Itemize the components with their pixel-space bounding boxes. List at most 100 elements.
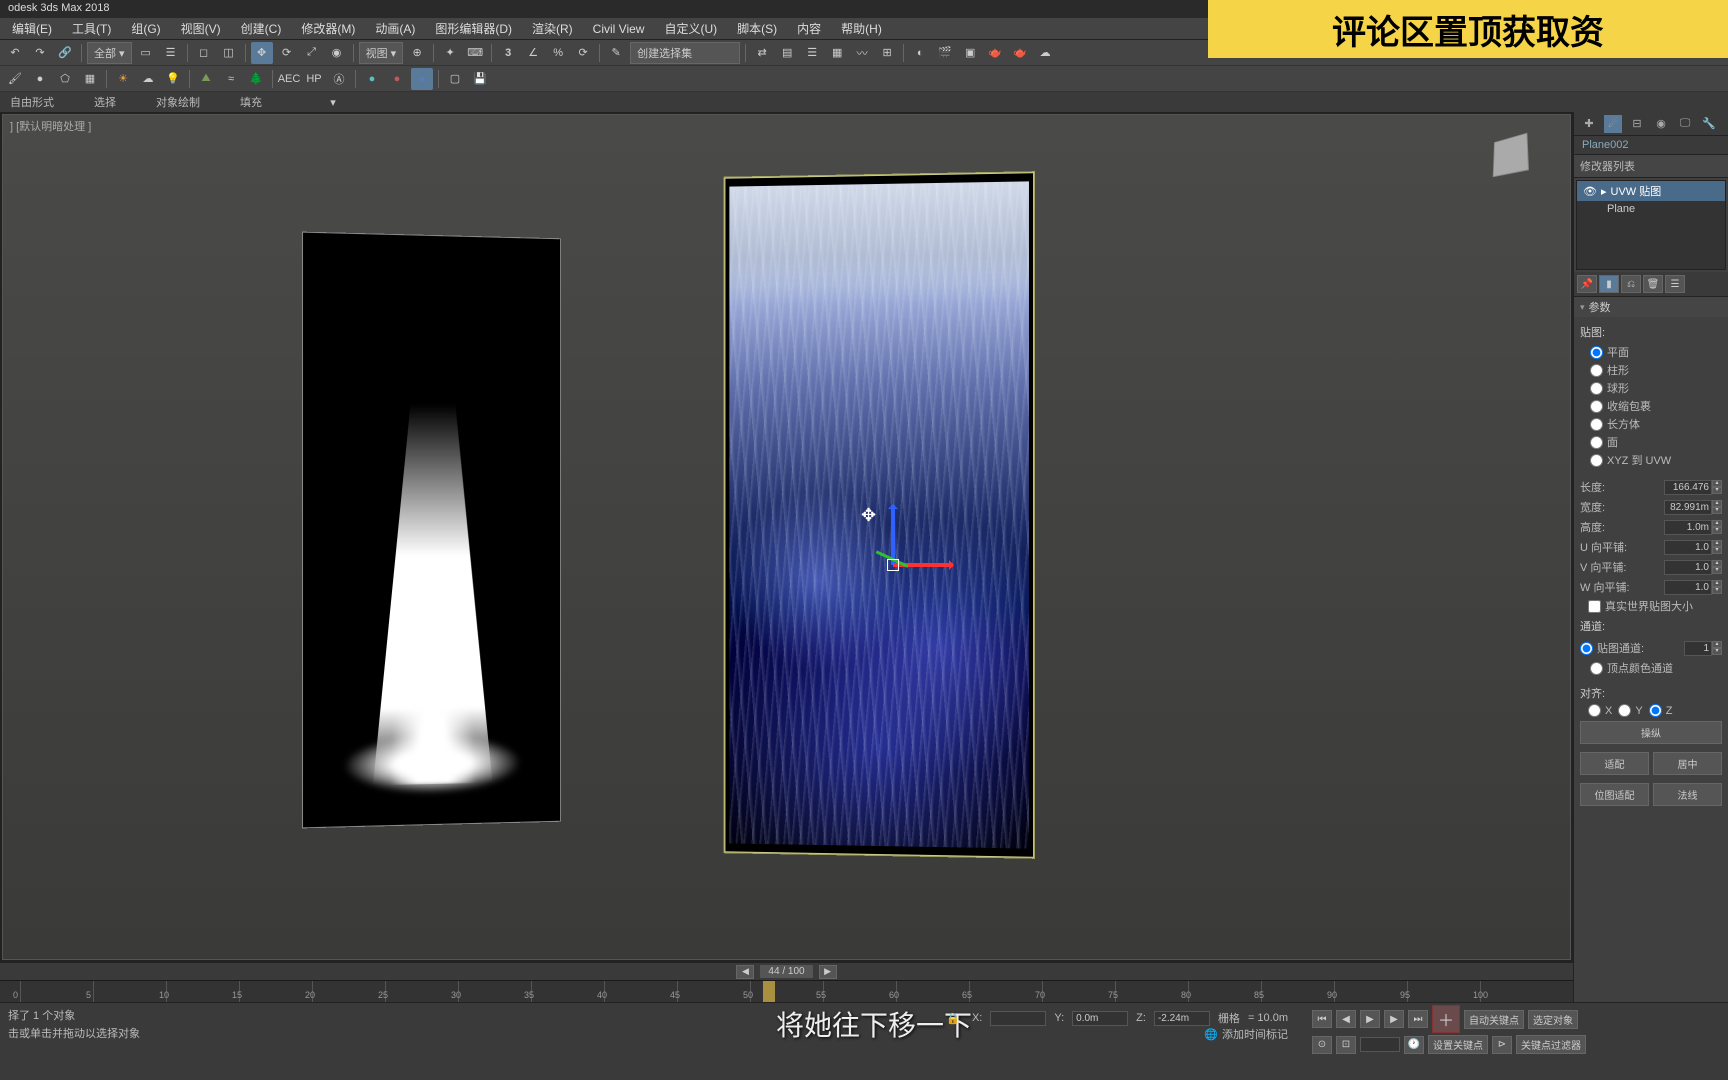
ruler-tick[interactable]: 30 <box>458 981 531 1002</box>
ruler-tick[interactable]: 70 <box>1042 981 1115 1002</box>
configure-sets-icon[interactable]: ☰ <box>1665 275 1685 293</box>
set-key-mode-button[interactable]: 设置关键点 <box>1428 1035 1488 1054</box>
viewport-label[interactable]: ] [默认明暗处理 ] <box>10 118 91 134</box>
sun-icon[interactable]: ☀ <box>112 68 134 90</box>
ruler-tick[interactable]: 5 <box>93 981 166 1002</box>
key-filters-button[interactable]: 关键点过滤器 <box>1516 1035 1586 1054</box>
ruler-tick[interactable]: 20 <box>312 981 385 1002</box>
selected-object-dropdown[interactable]: 选定对象 <box>1528 1010 1578 1029</box>
coord-y-input[interactable] <box>1072 1011 1128 1026</box>
key-filters-icon-left[interactable]: ⊳ <box>1492 1036 1512 1054</box>
select-object-icon[interactable]: ▭ <box>135 42 157 64</box>
spinner-down-icon[interactable]: ▾ <box>1712 527 1722 534</box>
w-tile-spinner[interactable]: ▴▾ <box>1664 580 1722 595</box>
ribbon-selection[interactable]: 选择 <box>94 94 116 110</box>
v-tile-input[interactable] <box>1664 560 1712 575</box>
named-selection-dropdown[interactable]: 创建选择集 <box>630 42 740 64</box>
manipulate-button[interactable]: 操纵 <box>1580 721 1722 744</box>
play-icon[interactable]: ▶ <box>1360 1010 1380 1028</box>
menu-maxscript[interactable]: 脚本(S) <box>729 18 785 39</box>
align-icon[interactable]: ▤ <box>776 42 798 64</box>
modifier-stack[interactable]: 👁 ▸ UVW 贴图 Plane <box>1576 180 1726 270</box>
mapping-face-radio[interactable]: 面 <box>1580 433 1722 451</box>
object-name-field[interactable]: Plane002 <box>1574 136 1728 155</box>
ruler-tick[interactable]: 40 <box>604 981 677 1002</box>
coord-x-input[interactable] <box>990 1011 1046 1026</box>
ribbon-populate[interactable]: 填充 <box>240 94 262 110</box>
bitmap-fit-button[interactable]: 位图适配 <box>1580 783 1649 806</box>
spinner-up-icon[interactable]: ▴ <box>1712 480 1722 487</box>
selection-filter-dropdown[interactable]: 全部 ▾ <box>87 42 132 64</box>
render-setup-icon[interactable]: 🎬 <box>934 42 956 64</box>
ruler-tick[interactable]: 45 <box>677 981 750 1002</box>
time-config-icon[interactable]: ⊙ <box>1312 1036 1332 1054</box>
select-place-icon[interactable]: ◉ <box>326 42 348 64</box>
spinner-down-icon[interactable]: ▾ <box>1712 547 1722 554</box>
vertex-color-channel-radio[interactable]: 顶点颜色通道 <box>1580 659 1722 677</box>
ruler-tick[interactable]: 60 <box>896 981 969 1002</box>
redo-icon[interactable]: ↷ <box>29 42 51 64</box>
make-unique-icon[interactable]: ⎌ <box>1621 275 1641 293</box>
angle-snap-icon[interactable]: ∠ <box>522 42 544 64</box>
cloud-icon[interactable]: ☁ <box>137 68 159 90</box>
ruler-tick[interactable]: 10 <box>166 981 239 1002</box>
height-input[interactable] <box>1664 520 1712 535</box>
use-pivot-center-icon[interactable]: ⊕ <box>406 42 428 64</box>
normal-align-button[interactable]: 法线 <box>1653 783 1722 806</box>
menu-rendering[interactable]: 渲染(R) <box>524 18 581 39</box>
ruler-tick[interactable]: 50 <box>750 981 823 1002</box>
ruler-tick[interactable]: 95 <box>1407 981 1480 1002</box>
center-button[interactable]: 居中 <box>1653 752 1722 775</box>
ribbon-dropdown-icon[interactable]: ▾ <box>322 91 344 113</box>
align-x-radio[interactable]: X <box>1588 704 1612 717</box>
render-frame-icon[interactable]: ▣ <box>959 42 981 64</box>
prev-frame-icon[interactable]: ◀ <box>1336 1010 1356 1028</box>
frame-next-button[interactable]: ▶ <box>819 965 837 979</box>
viewcube[interactable] <box>1480 135 1540 190</box>
frame-prev-button[interactable]: ◀ <box>736 965 754 979</box>
aec-icon[interactable]: AEC <box>278 68 300 90</box>
parameters-rollout-header[interactable]: 参数 <box>1574 297 1728 317</box>
spinner-up-icon[interactable]: ▴ <box>1712 580 1722 587</box>
goto-start-icon[interactable]: ⏮ <box>1312 1010 1332 1028</box>
eye-icon[interactable]: 👁 <box>1583 185 1597 198</box>
length-spinner[interactable]: ▴▾ <box>1664 480 1722 495</box>
modifier-uvw-map[interactable]: 👁 ▸ UVW 贴图 <box>1577 181 1725 201</box>
mapping-shrinkwrap-radio[interactable]: 收缩包裹 <box>1580 397 1722 415</box>
spinner-down-icon[interactable]: ▾ <box>1712 487 1722 494</box>
sphere-blue-icon[interactable]: ● <box>411 68 433 90</box>
undo-icon[interactable]: ↶ <box>4 42 26 64</box>
mirror-icon[interactable]: ⇄ <box>751 42 773 64</box>
fit-button[interactable]: 适配 <box>1580 752 1649 775</box>
grid-icon[interactable]: ▦ <box>79 68 101 90</box>
percent-snap-icon[interactable]: % <box>547 42 569 64</box>
motion-tab-icon[interactable]: ◉ <box>1652 115 1670 133</box>
ribbon-object-paint[interactable]: 对象绘制 <box>156 94 200 110</box>
ruler-tick[interactable]: 65 <box>969 981 1042 1002</box>
ruler-tick[interactable]: 35 <box>531 981 604 1002</box>
select-rotate-icon[interactable]: ⟳ <box>276 42 298 64</box>
ruler-tick[interactable]: 90 <box>1334 981 1407 1002</box>
key-mode-icon[interactable]: ⊡ <box>1336 1036 1356 1054</box>
link-icon[interactable]: 🔗 <box>54 42 76 64</box>
menu-group[interactable]: 组(G) <box>123 18 168 39</box>
named-sel-edit-icon[interactable]: ✎ <box>605 42 627 64</box>
w-tile-input[interactable] <box>1664 580 1712 595</box>
water-icon[interactable]: ≈ <box>220 68 242 90</box>
select-move-icon[interactable]: ✥ <box>251 42 273 64</box>
modify-tab-icon[interactable]: ☄ <box>1604 115 1622 133</box>
mapping-cylindrical-radio[interactable]: 柱形 <box>1580 361 1722 379</box>
polygon-icon[interactable]: ⬠ <box>54 68 76 90</box>
spinner-up-icon[interactable]: ▴ <box>1712 641 1722 648</box>
render-iterative-icon[interactable]: 🫖 <box>1009 42 1031 64</box>
circle-a-icon[interactable]: Ⓐ <box>328 68 350 90</box>
height-spinner[interactable]: ▴▾ <box>1664 520 1722 535</box>
auto-key-button[interactable]: 自动关键点 <box>1464 1010 1524 1029</box>
next-frame-icon[interactable]: ▶ <box>1384 1010 1404 1028</box>
plane-object-fountain[interactable] <box>302 232 561 829</box>
snap-toggle-icon[interactable]: 3 <box>497 42 519 64</box>
plant-icon[interactable]: 🌲 <box>245 68 267 90</box>
layers-icon[interactable]: ☰ <box>801 42 823 64</box>
ref-coord-dropdown[interactable]: 视图 ▾ <box>359 42 404 64</box>
render-in-cloud-icon[interactable]: ☁ <box>1034 42 1056 64</box>
